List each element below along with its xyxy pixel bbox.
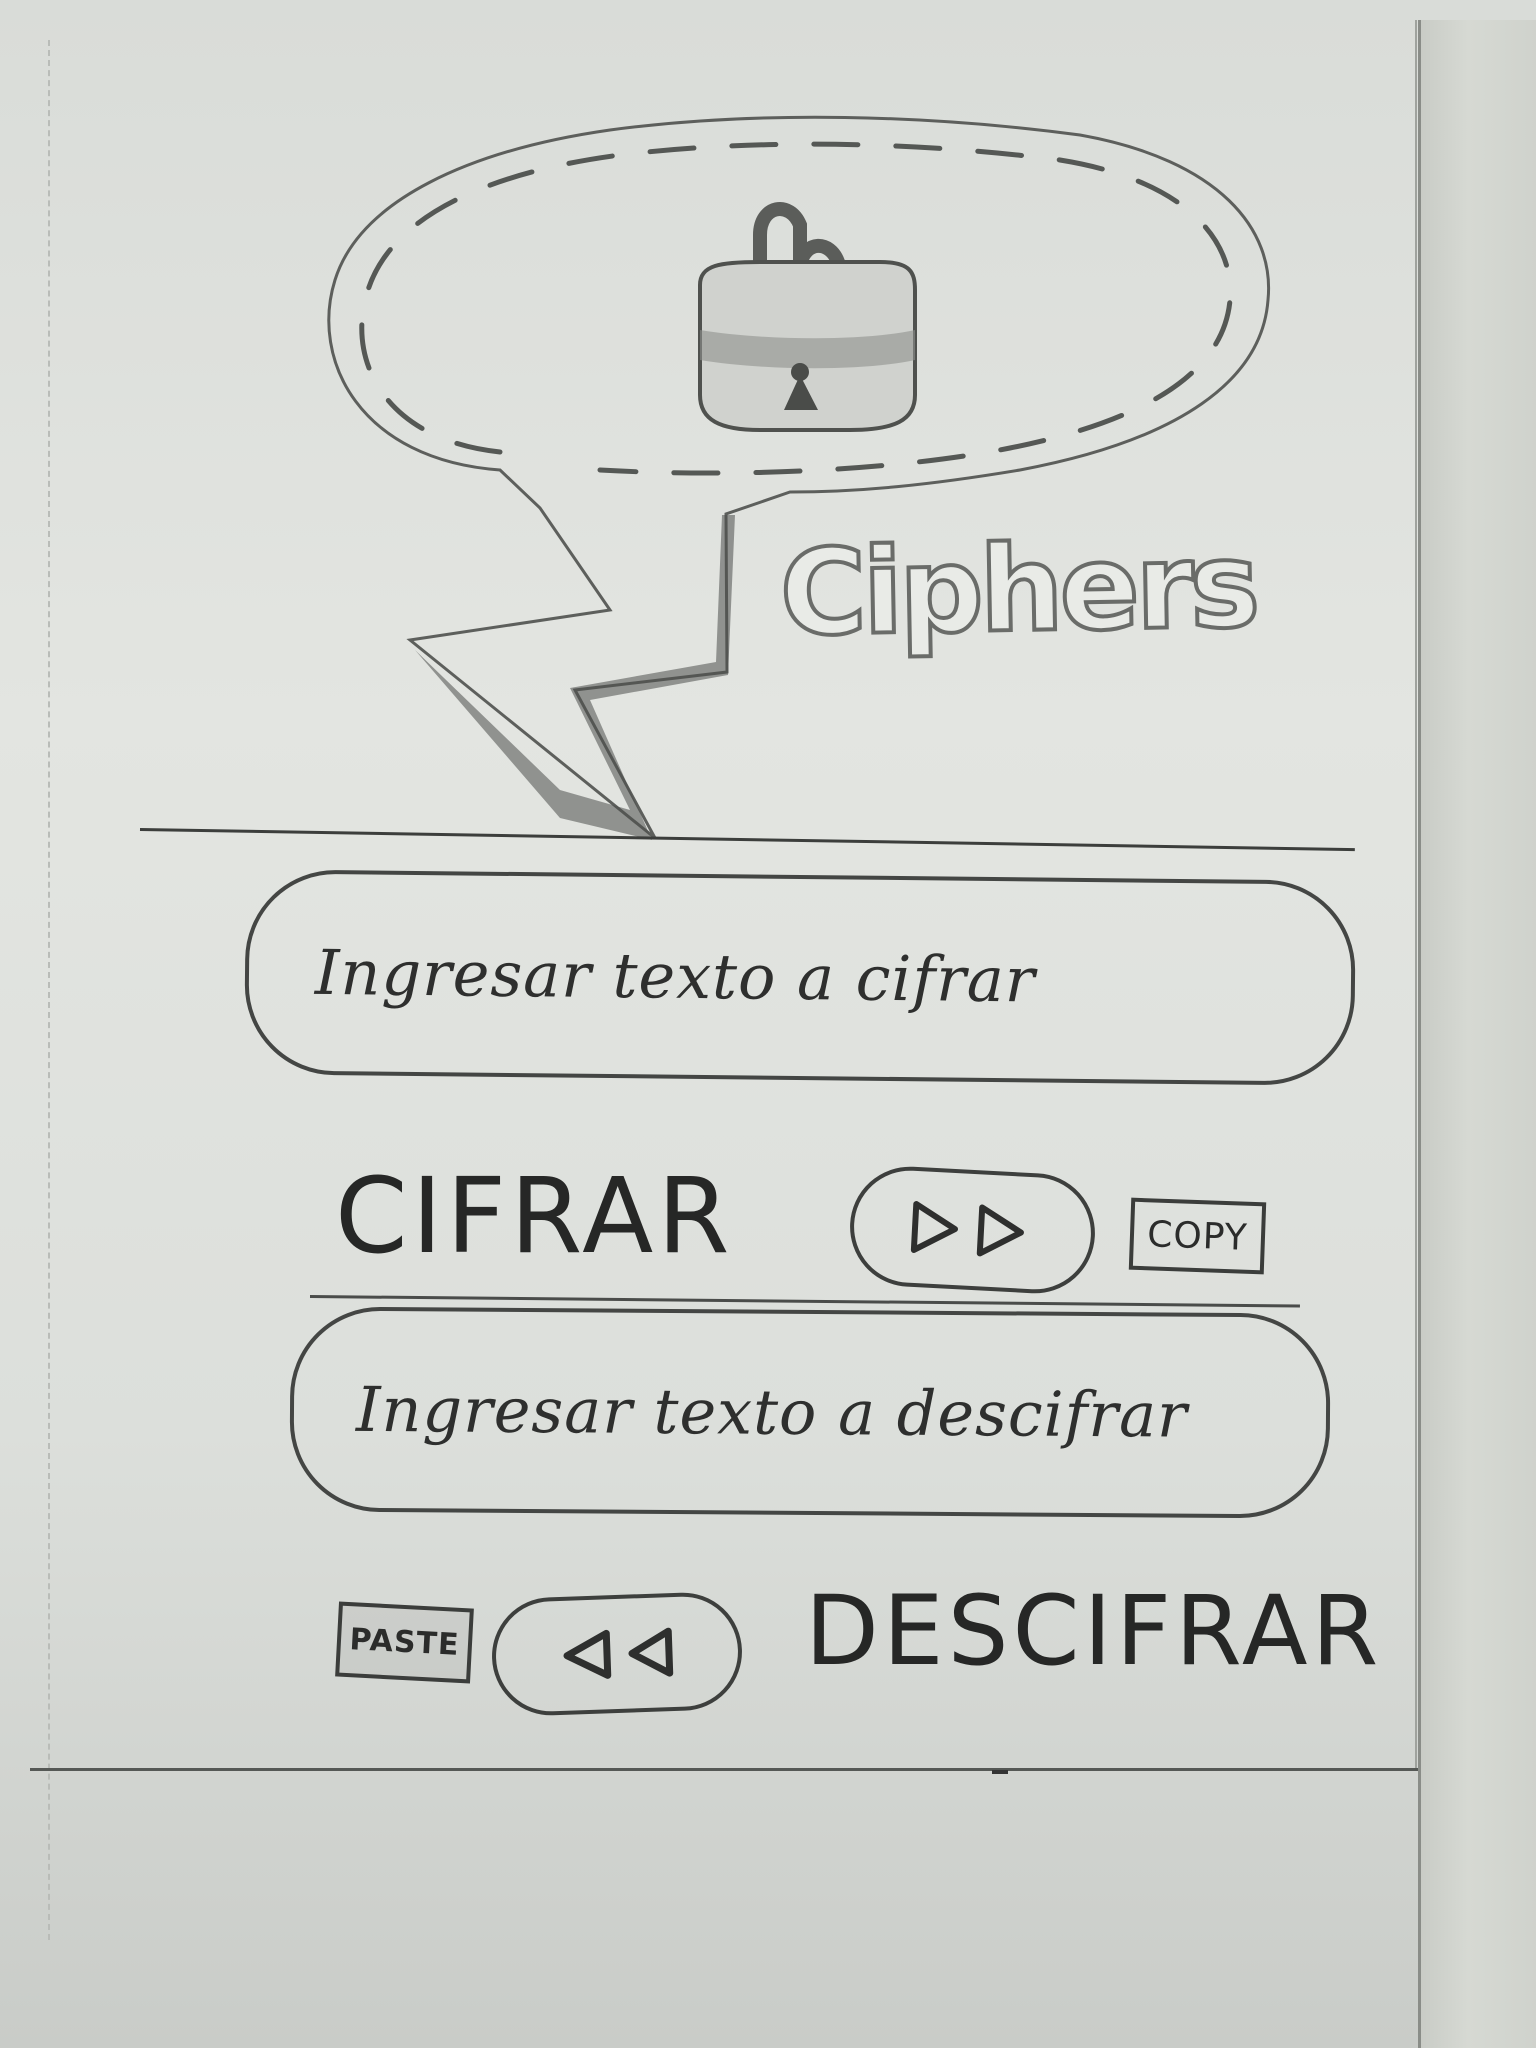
paper-sheet: Ciphers Ingresar texto a cifrar CIFRAR C… xyxy=(0,0,1536,2048)
decrypt-label: DESCIFRAR xyxy=(805,1575,1383,1687)
double-play-backward-icon xyxy=(563,1627,674,1679)
decrypt-input-placeholder: Ingresar texto a descifrar xyxy=(355,1372,1188,1452)
padlock-icon xyxy=(698,202,917,432)
header-illustration xyxy=(327,115,1271,840)
encrypt-input-placeholder: Ingresar texto a cifrar xyxy=(314,935,1036,1017)
paste-button[interactable]: PASTE xyxy=(335,1601,474,1684)
tail-shading xyxy=(415,515,735,840)
encrypt-label: CIFRAR xyxy=(335,1155,734,1277)
decrypt-button[interactable] xyxy=(490,1590,744,1718)
encrypt-button[interactable] xyxy=(847,1163,1098,1297)
screen-bottom-edge xyxy=(30,1768,1418,1771)
decrypt-input[interactable]: Ingresar texto a descifrar xyxy=(289,1306,1331,1519)
encrypt-input[interactable]: Ingresar texto a cifrar xyxy=(243,869,1357,1086)
bottom-mark xyxy=(992,1770,1008,1774)
double-play-forward-icon xyxy=(910,1200,1024,1257)
copy-button[interactable]: COPY xyxy=(1128,1197,1267,1275)
app-name: Ciphers xyxy=(777,514,1259,664)
